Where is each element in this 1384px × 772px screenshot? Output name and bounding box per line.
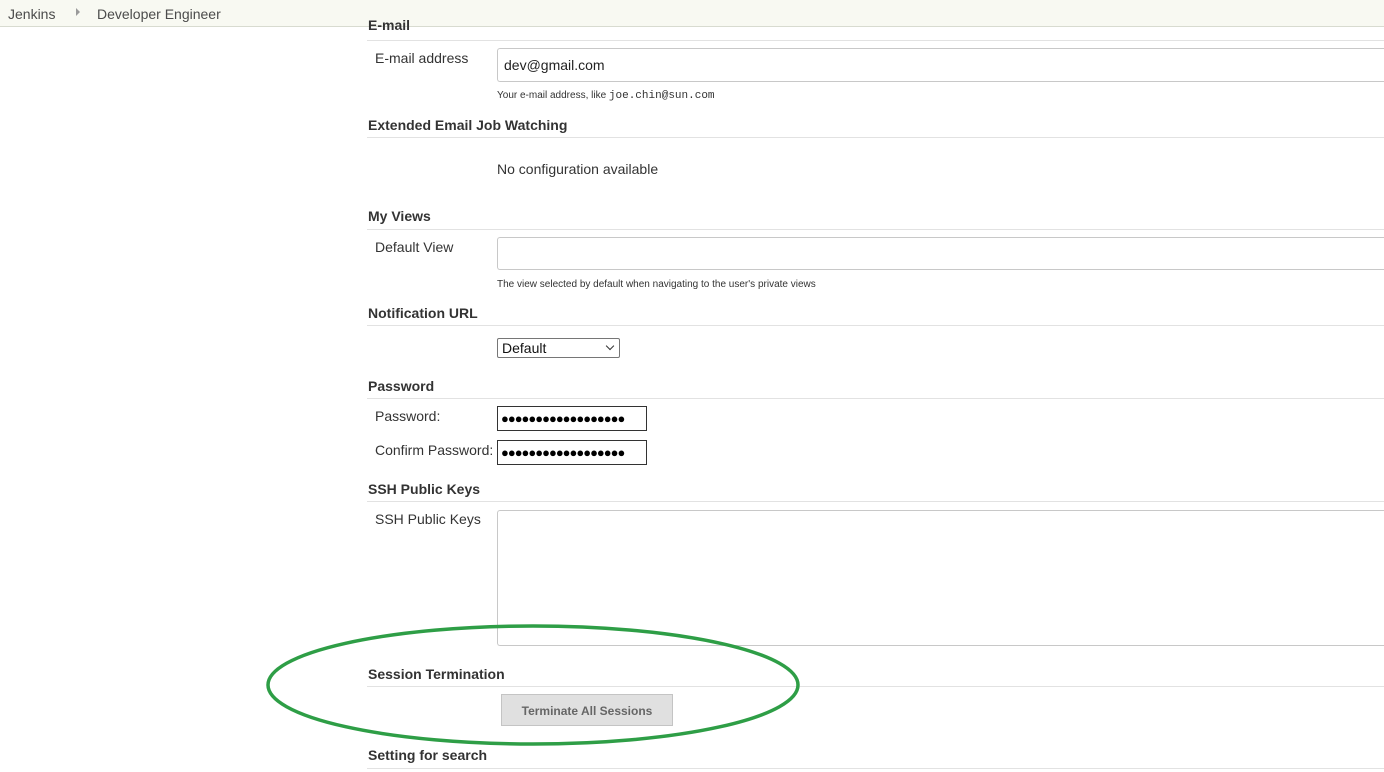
section-divider: [367, 229, 1384, 230]
section-heading-password: Password: [368, 378, 435, 394]
section-heading-session-termination: Session Termination: [368, 666, 505, 682]
notification-url-selected-value: Default: [502, 340, 547, 356]
section-heading-ssh-keys: SSH Public Keys: [368, 481, 481, 497]
section-divider: [367, 137, 1384, 138]
section-heading-search-settings: Setting for search: [368, 747, 488, 763]
breadcrumb-item-jenkins[interactable]: Jenkins: [8, 6, 55, 22]
annotation-ellipse: [266, 624, 800, 746]
password-field[interactable]: ●●●●●●●●●●●●●●●●●●: [497, 406, 647, 431]
breadcrumb: Jenkins Developer Engineer: [0, 0, 1384, 27]
terminate-all-sessions-button[interactable]: Terminate All Sessions: [501, 694, 673, 726]
section-divider: [367, 501, 1384, 502]
section-heading-ext-email: Extended Email Job Watching: [368, 117, 568, 133]
default-view-field[interactable]: [497, 237, 1384, 270]
ssh-keys-label: SSH Public Keys: [375, 511, 481, 527]
section-heading-notification-url: Notification URL: [368, 305, 478, 321]
email-label: E-mail address: [375, 50, 469, 66]
section-divider: [367, 686, 1384, 687]
default-view-help-text: The view selected by default when naviga…: [497, 279, 816, 290]
password-label: Password:: [375, 408, 441, 424]
breadcrumb-item-user[interactable]: Developer Engineer: [97, 6, 221, 22]
section-heading-email: E-mail: [368, 17, 411, 33]
notification-url-select[interactable]: Default: [497, 338, 620, 358]
email-help-text: Your e-mail address, like joe.chin@sun.c…: [497, 90, 715, 102]
no-config-message: No configuration available: [497, 161, 659, 177]
ssh-keys-textarea[interactable]: [497, 510, 1384, 646]
email-help-example: joe.chin@sun.com: [608, 90, 715, 102]
chevron-down-icon: [605, 341, 615, 351]
email-help-prefix: Your e-mail address, like: [497, 90, 609, 101]
section-divider: [367, 325, 1384, 326]
confirm-password-label: Confirm Password:: [375, 442, 494, 458]
section-divider: [367, 768, 1384, 769]
default-view-label: Default View: [375, 239, 454, 255]
section-heading-my-views: My Views: [368, 208, 431, 224]
email-field[interactable]: [497, 48, 1384, 82]
chevron-right-icon: [76, 8, 80, 16]
section-divider: [367, 398, 1384, 399]
confirm-password-field[interactable]: ●●●●●●●●●●●●●●●●●●: [497, 440, 647, 465]
section-divider: [367, 40, 1384, 41]
